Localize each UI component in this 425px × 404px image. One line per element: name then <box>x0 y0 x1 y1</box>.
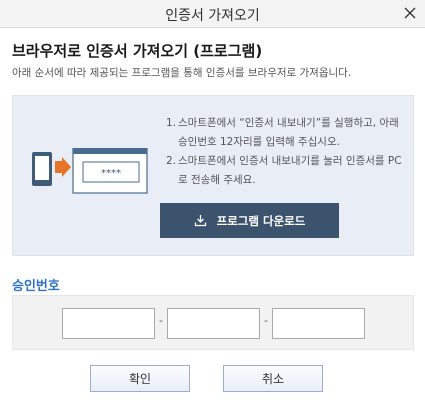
phone-to-pc-illustration: **** <box>32 148 148 194</box>
smartphone-icon <box>32 152 52 186</box>
title-bar: 인증서 가져오기 <box>0 0 425 28</box>
step-number: 1. <box>166 117 177 129</box>
download-button-label: 프로그램 다운로드 <box>216 213 306 228</box>
close-button[interactable] <box>399 2 421 24</box>
instruction-steps: 1. 스마트폰에서 “인증서 내보내기”를 실행하고, 아래 승인번호 12자리… <box>166 114 411 190</box>
guide-panel: **** 1. 스마트폰에서 “인증서 내보내기”를 실행하고, 아래 승인번호… <box>12 95 414 256</box>
page-subheading: 아래 순서에 따라 제공되는 프로그램을 통해 인증서를 브라우저로 가져옵니다… <box>12 67 352 79</box>
step-1: 1. 스마트폰에서 “인증서 내보내기”를 실행하고, 아래 승인번호 12자리… <box>166 114 411 152</box>
step-number: 2. <box>166 155 177 167</box>
arrow-right-icon <box>55 157 71 177</box>
approval-code-field-3[interactable] <box>272 308 365 339</box>
download-icon <box>194 215 206 227</box>
approval-code-panel: - - <box>12 295 414 350</box>
code-separator: - <box>264 314 268 327</box>
confirm-button[interactable]: 확인 <box>90 365 190 392</box>
approval-code-field-2[interactable] <box>167 308 260 339</box>
approval-number-label: 승인번호 <box>12 279 60 294</box>
page-heading: 브라우저로 인증서 가져오기 (프로그램) <box>12 42 263 60</box>
step-text: 스마트폰에서 “인증서 내보내기”를 실행하고, 아래 승인번호 12자리를 입… <box>178 117 399 148</box>
approval-code-field-1[interactable] <box>62 308 155 339</box>
step-text: 스마트폰에서 인증서 내보내기를 눌러 인증서를 PC로 전송해 주세요. <box>178 155 402 186</box>
code-separator: - <box>159 314 163 327</box>
window-title: 인증서 가져오기 <box>165 8 260 24</box>
pc-window-icon: **** <box>72 148 148 194</box>
cancel-button[interactable]: 취소 <box>223 365 323 392</box>
step-2: 2. 스마트폰에서 인증서 내보내기를 눌러 인증서를 PC로 전송해 주세요. <box>166 152 411 190</box>
close-icon <box>404 7 416 19</box>
masked-code: **** <box>101 168 121 179</box>
program-download-button[interactable]: 프로그램 다운로드 <box>160 203 339 238</box>
